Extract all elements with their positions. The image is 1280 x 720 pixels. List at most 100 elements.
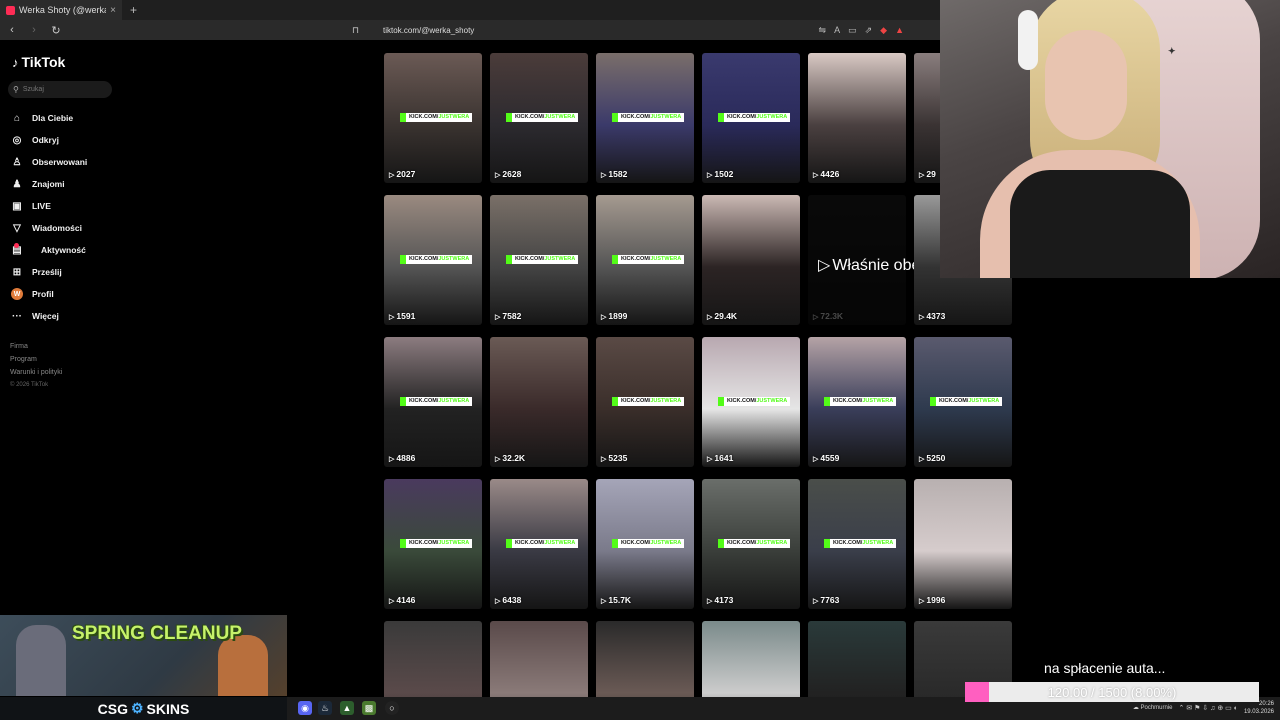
video-card[interactable]: KICK.COM/JUSTWERA ▷ 15.7K [596, 479, 694, 609]
play-icon: ▷ [389, 456, 395, 463]
tab-title: Werka Shoty (@werka_shoty) | T [19, 5, 107, 15]
clock[interactable]: 20:26 19.03.2026 [1244, 700, 1274, 716]
kick-watermark: KICK.COM/JUSTWERA [612, 113, 685, 122]
minecraft-icon[interactable]: ▩ [362, 701, 376, 715]
video-card[interactable]: KICK.COM/JUSTWERA ▷ 1591 [384, 195, 482, 325]
video-card[interactable]: KICK.COM/JUSTWERA ▷ 1582 [596, 53, 694, 183]
video-thumbnail-top [596, 621, 694, 693]
obs-icon[interactable]: ○ [385, 701, 399, 715]
tiktok-logo[interactable]: ♪ TikTok [12, 54, 65, 70]
video-card[interactable]: KICK.COM/JUSTWERA ▷ 2628 [490, 53, 588, 183]
video-thumbnail-top [490, 621, 588, 693]
video-card[interactable]: KICK.COM/JUSTWERA ▷ 1899 [596, 195, 694, 325]
kick-watermark: KICK.COM/JUSTWERA [824, 539, 897, 548]
video-thumbnail-top [808, 53, 906, 125]
footer-link-firma[interactable]: Firma [10, 340, 62, 353]
reload-button[interactable]: ↻ [50, 24, 62, 37]
view-count: ▷ 7763 [813, 595, 839, 605]
kick-prefix: KICK.COM/ [409, 540, 439, 546]
footer-link-program[interactable]: Program [10, 353, 62, 366]
headphones [1018, 10, 1038, 70]
sidebar-item-friends[interactable]: ♟ Znajomi [11, 173, 87, 195]
video-card[interactable]: KICK.COM/JUSTWERA ▷ 7763 [808, 479, 906, 609]
browser-tab[interactable]: Werka Shoty (@werka_shoty) | T × [0, 0, 122, 20]
video-card[interactable]: KICK.COM/JUSTWERA ▷ 1641 [702, 337, 800, 467]
kick-watermark: KICK.COM/JUSTWERA [612, 539, 685, 548]
kick-user: JUSTWERA [862, 540, 894, 546]
view-count-value: 4886 [396, 453, 416, 463]
cast-icon[interactable]: ▭ [848, 25, 857, 36]
discord-icon[interactable]: ◉ [298, 701, 312, 715]
avatar: W [11, 288, 23, 300]
video-card[interactable]: KICK.COM/JUSTWERA ▷ 6438 [490, 479, 588, 609]
share-icon[interactable]: ⇗ [865, 25, 873, 36]
sidebar-item-messages[interactable]: ▽ Wiadomości [11, 217, 87, 239]
video-card[interactable]: KICK.COM/JUSTWERA ▷ 1502 [702, 53, 800, 183]
forward-button[interactable]: › [28, 24, 40, 36]
view-count: ▷ 4426 [813, 169, 839, 179]
view-count-value: 1641 [714, 453, 734, 463]
bookmark-icon[interactable]: ⊓ [352, 25, 359, 36]
video-card[interactable]: KICK.COM/JUSTWERA ▷ 7582 [490, 195, 588, 325]
video-card[interactable]: ▷ 4426 [808, 53, 906, 183]
steam-icon[interactable]: ♨ [318, 701, 332, 715]
back-button[interactable]: ‹ [6, 24, 18, 36]
kick-prefix: KICK.COM/ [515, 114, 545, 120]
warning-icon[interactable]: ▲ [895, 25, 904, 36]
video-card[interactable]: KICK.COM/JUSTWERA ▷ 2027 [384, 53, 482, 183]
kick-watermark: KICK.COM/JUSTWERA [612, 255, 685, 264]
address-row: ‹ › ↻ ⊓ tiktok.com/@werka_shoty ⇋ A ▭ ⇗ … [0, 20, 940, 40]
view-count-value: 7582 [502, 311, 522, 321]
view-count: ▷ 4886 [389, 453, 415, 463]
translate-icon[interactable]: ⇋ [819, 25, 827, 36]
view-count: ▷ 4373 [919, 311, 945, 321]
video-card[interactable]: KICK.COM/JUSTWERA ▷ 4173 [702, 479, 800, 609]
following-icon: ♙ [12, 156, 22, 168]
sidebar-item-profile-avatar[interactable]: W Profil [11, 283, 87, 305]
reader-icon[interactable]: A [834, 25, 840, 36]
cloud-icon: ☁ [1132, 704, 1139, 711]
shield-icon[interactable]: ◆ [880, 25, 887, 36]
kick-user: JUSTWERA [438, 114, 470, 120]
sidebar-item-compass[interactable]: ◎ Odkryj [11, 129, 87, 151]
view-count-value: 1502 [714, 169, 734, 179]
app-icon[interactable]: ▲ [340, 701, 354, 715]
view-count: ▷ 72.3K [813, 311, 843, 321]
play-icon: ▷ [389, 598, 395, 605]
video-card[interactable]: ▷ 29.4K [702, 195, 800, 325]
play-icon: ▷ [495, 598, 501, 605]
chair-logo: ✦ [1168, 46, 1177, 56]
sidebar-item-more[interactable]: ··· Więcej [11, 305, 87, 327]
sidebar-item-upload[interactable]: ⊞ Prześlij [11, 261, 87, 283]
kick-user: JUSTWERA [544, 114, 576, 120]
video-card[interactable]: KICK.COM/JUSTWERA ▷ 4559 [808, 337, 906, 467]
footer-link-terms[interactable]: Warunki i polityki [10, 366, 62, 379]
kick-user: JUSTWERA [756, 398, 788, 404]
video-card[interactable]: KICK.COM/JUSTWERA ▷ 4886 [384, 337, 482, 467]
weather-widget[interactable]: ☁ Pochmurnie [1133, 705, 1173, 712]
sidebar-item-activity[interactable]: ▤ Aktywność [11, 239, 87, 261]
sidebar-item-following[interactable]: ♙ Obserwowani [11, 151, 88, 173]
sidebar-item-home[interactable]: ⌂ Dla Ciebie [11, 107, 87, 129]
close-tab-icon[interactable]: × [110, 5, 116, 16]
play-icon: ▷ [707, 314, 713, 321]
promo-title: SPRING CLEANUP [72, 623, 242, 644]
streamer-top [1010, 170, 1190, 278]
new-tab-button[interactable]: + [130, 3, 137, 17]
play-icon: ▷ [601, 598, 607, 605]
sidebar-item-label: Obserwowani [32, 157, 88, 167]
video-card[interactable]: ▷ 32.2K [490, 337, 588, 467]
video-card[interactable]: KICK.COM/JUSTWERA ▷ 4146 [384, 479, 482, 609]
video-card[interactable]: ▷ 1996 [914, 479, 1012, 609]
tray-icons[interactable]: ⌃ ✉ ⚑ ⇩ ♫ ⊕ ▭ ◐ [1179, 704, 1238, 712]
view-count: ▷ 2628 [495, 169, 521, 179]
video-card[interactable]: KICK.COM/JUSTWERA ▷ 5235 [596, 337, 694, 467]
kick-watermark: KICK.COM/JUSTWERA [506, 255, 579, 264]
sidebar-item-live[interactable]: ▣ LIVE [11, 195, 87, 217]
search-input[interactable]: ⚲ Szukaj [8, 81, 112, 98]
kick-user: JUSTWERA [650, 398, 682, 404]
csgoskins-logo: CSG ⚙ SKINS [0, 697, 287, 720]
view-count: ▷ 29.4K [707, 311, 737, 321]
video-card[interactable]: KICK.COM/JUSTWERA ▷ 5250 [914, 337, 1012, 467]
play-icon: ▷ [601, 314, 607, 321]
